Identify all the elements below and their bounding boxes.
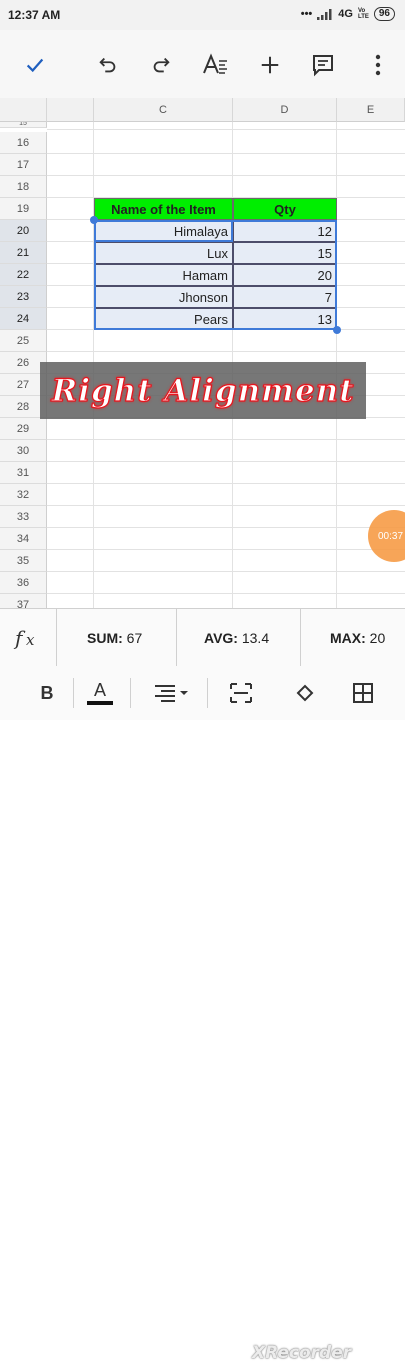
merge-cells-icon [230, 683, 252, 703]
divider [300, 609, 301, 667]
sum-value: 67 [126, 630, 143, 646]
cell-item-qty[interactable]: 12 [233, 220, 337, 242]
row-header[interactable]: 29 [0, 418, 47, 440]
text-format-icon[interactable] [200, 50, 230, 80]
cell-item-qty[interactable]: 7 [233, 286, 337, 308]
divider [130, 678, 131, 708]
row-header[interactable]: 22 [0, 264, 47, 286]
avg-label: AVG: [204, 630, 238, 646]
column-header-b[interactable] [47, 98, 94, 122]
row-header[interactable]: 20 [0, 220, 47, 242]
plus-icon[interactable] [255, 50, 285, 80]
row-header[interactable]: 37 [0, 594, 47, 608]
volte-icon: Vo LTE [358, 8, 369, 20]
divider [73, 678, 74, 708]
cell-c19-header[interactable]: Name of the Item [94, 198, 233, 220]
annotation-banner: Right Alignment [40, 362, 366, 419]
battery-icon: 96 [373, 7, 395, 21]
signal-icon [317, 8, 332, 20]
check-icon[interactable] [20, 50, 50, 80]
divider [207, 678, 208, 708]
fill-color-button[interactable] [292, 680, 318, 706]
borders-button[interactable] [350, 680, 376, 706]
row-header[interactable]: 31 [0, 462, 47, 484]
selection-handle-top[interactable] [90, 216, 98, 224]
annotation-text: Right Alignment [51, 372, 355, 409]
selection-handle-bottom[interactable] [333, 326, 341, 334]
spreadsheet-grid[interactable]: C D E 15 16 17 18 19 20 21 22 23 24 25 2… [0, 98, 405, 608]
column-header-d[interactable]: D [233, 98, 337, 122]
column-header-c[interactable]: C [94, 98, 233, 122]
max-stat[interactable]: MAX: 20 [330, 609, 385, 667]
more-vert-icon[interactable] [363, 50, 393, 80]
row-header[interactable]: 36 [0, 572, 47, 594]
fill-color-icon [296, 684, 314, 702]
status-bar: 12:37 AM ••• 4G Vo LTE 96 [0, 0, 405, 30]
comment-icon[interactable] [308, 50, 338, 80]
cell-item-name[interactable]: Lux [94, 242, 233, 264]
sheet-toolbar [0, 30, 405, 98]
cell-item-name[interactable]: Pears [94, 308, 233, 330]
recorder-watermark: XRecorder [252, 1343, 352, 1363]
cell-item-name[interactable]: Hamam [94, 264, 233, 286]
divider [56, 609, 57, 667]
avg-stat[interactable]: AVG: 13.4 [204, 609, 269, 667]
row-header[interactable]: 33 [0, 506, 47, 528]
borders-icon [353, 683, 373, 703]
row-header[interactable]: 19 [0, 198, 47, 220]
column-header-e[interactable]: E [337, 98, 405, 122]
clock: 12:37 AM [8, 8, 61, 22]
row-header[interactable]: 21 [0, 242, 47, 264]
row-header[interactable]: 30 [0, 440, 47, 462]
undo-icon[interactable] [93, 50, 123, 80]
stats-bar: f x SUM: 67 AVG: 13.4 MAX: 20 [0, 608, 405, 668]
divider [176, 609, 177, 667]
align-button[interactable] [152, 680, 192, 706]
row-header[interactable]: 17 [0, 154, 47, 176]
row-header[interactable]: 32 [0, 484, 47, 506]
cell-item-qty[interactable]: 15 [233, 242, 337, 264]
text-color-bar [87, 701, 113, 705]
sum-stat[interactable]: SUM: 67 [87, 609, 142, 667]
format-bar: B A XRecorder [0, 666, 405, 1363]
grid-corner[interactable] [0, 98, 47, 122]
max-value: 20 [369, 630, 386, 646]
row-header-15[interactable]: 15 [0, 122, 47, 128]
max-label: MAX: [330, 630, 366, 646]
text-color-button[interactable]: A [87, 680, 113, 706]
text-color-a: A [93, 680, 106, 700]
cell-item-qty[interactable]: 13 [233, 308, 337, 330]
recorder-time: 00:37 [378, 530, 404, 542]
svg-text:x: x [26, 631, 35, 649]
network-type: 4G [338, 8, 353, 20]
notification-dots: ••• [300, 8, 313, 20]
row-header[interactable]: 24 [0, 308, 47, 330]
merge-cells-button[interactable] [228, 680, 254, 706]
cell-item-qty[interactable]: 20 [233, 264, 337, 286]
cell-d19-header[interactable]: Qty [233, 198, 337, 220]
avg-value: 13.4 [241, 630, 270, 646]
row-header[interactable]: 23 [0, 286, 47, 308]
cell-item-name[interactable]: Jhonson [94, 286, 233, 308]
row-header[interactable]: 34 [0, 528, 47, 550]
align-icon [155, 685, 188, 702]
function-button[interactable]: f x [12, 609, 42, 667]
redo-icon[interactable] [146, 50, 176, 80]
row-header[interactable]: 18 [0, 176, 47, 198]
row-header[interactable]: 35 [0, 550, 47, 572]
sum-label: SUM: [87, 630, 123, 646]
svg-text:f: f [13, 626, 26, 650]
row-header[interactable]: 25 [0, 330, 47, 352]
function-icon: f x [13, 626, 35, 650]
volte-bottom: LTE [357, 14, 369, 20]
cell-item-name[interactable]: Himalaya [94, 220, 233, 242]
status-icons: ••• 4G Vo LTE 96 [301, 7, 395, 21]
bold-button[interactable]: B [36, 680, 58, 706]
row-header[interactable]: 16 [0, 132, 47, 154]
